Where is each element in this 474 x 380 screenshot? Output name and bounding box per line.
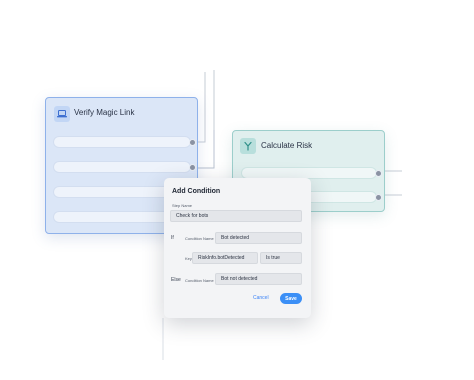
key-label: Key [185, 256, 192, 261]
cancel-button[interactable]: Cancel [253, 295, 269, 301]
output-slot [53, 161, 191, 173]
save-button[interactable]: Save [280, 293, 302, 304]
output-slot [53, 136, 191, 148]
laptop-icon [54, 106, 70, 122]
wire-verify-to-risk [196, 130, 215, 169]
step-name-label: Step Name [172, 203, 193, 208]
key-input[interactable]: RiskInfo.botDetected [192, 252, 258, 264]
branch-icon [240, 138, 256, 154]
else-condition-name-label: Condition Name [185, 278, 214, 283]
output-port[interactable] [375, 194, 382, 201]
step-name-input[interactable]: Check for bots [170, 210, 302, 222]
condition-name-input[interactable]: Bot detected [215, 232, 302, 244]
operator-select[interactable]: Is true [260, 252, 302, 264]
if-keyword: If [171, 235, 174, 241]
else-condition-name-input[interactable]: Bot not detected [215, 273, 302, 285]
workflow-canvas[interactable]: Verify Magic Link Calculate Risk Add Con… [0, 0, 474, 380]
else-keyword: Else [171, 277, 181, 283]
condition-name-label: Condition Name [185, 236, 214, 241]
risk-node-title: Calculate Risk [261, 141, 313, 150]
add-condition-dialog: Add Condition Step Name Check for bots I… [164, 178, 311, 318]
dialog-title: Add Condition [172, 188, 221, 195]
verify-node-title: Verify Magic Link [74, 108, 135, 117]
output-port[interactable] [189, 164, 196, 171]
output-port[interactable] [375, 170, 382, 177]
output-port[interactable] [189, 139, 196, 146]
